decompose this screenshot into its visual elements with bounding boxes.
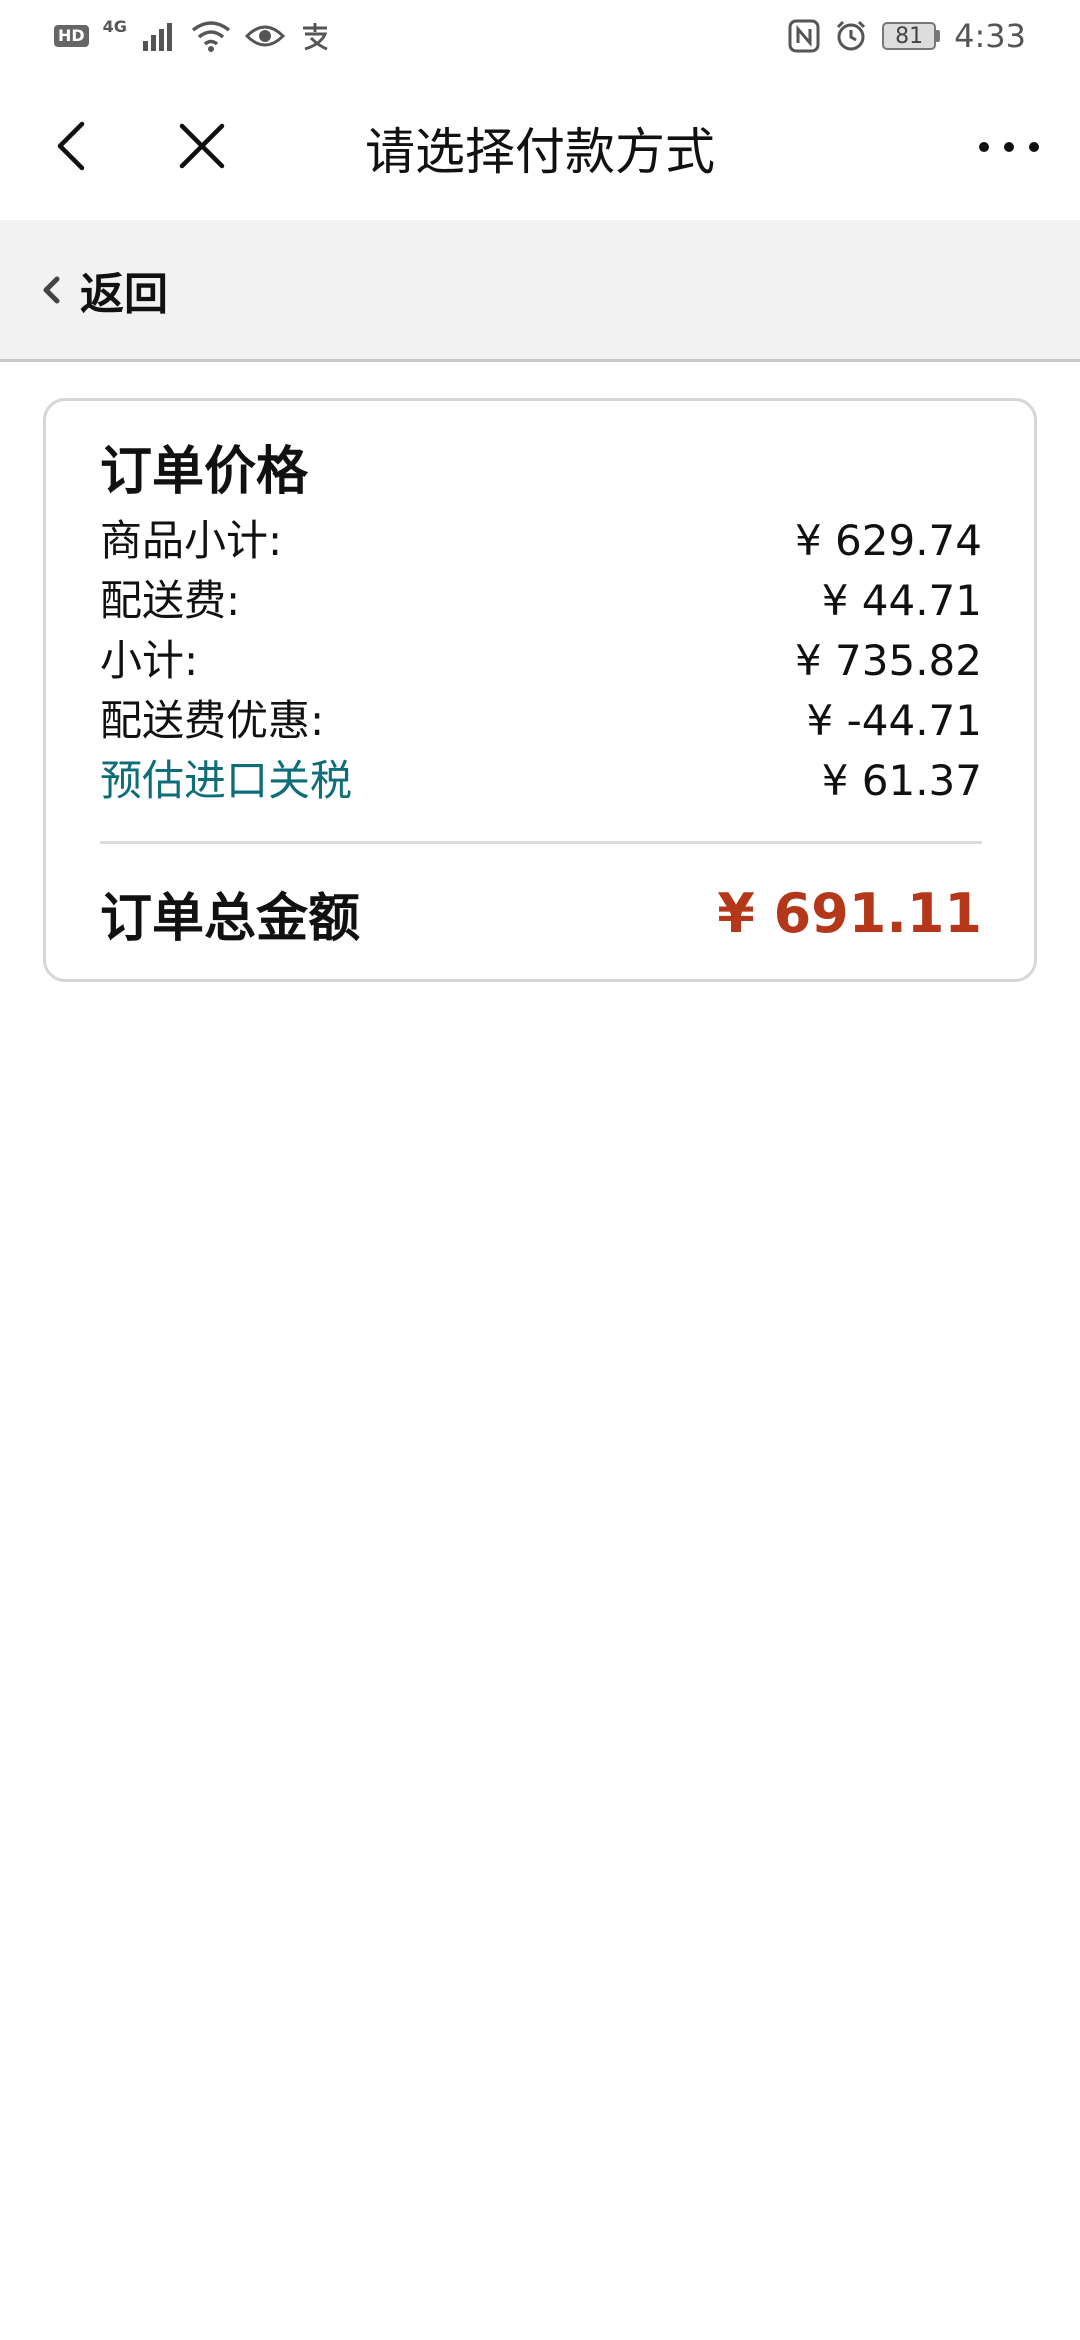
page-title: 请选择付款方式	[365, 123, 715, 181]
order-total-row: 订单总金额 ¥ 691.11	[100, 844, 982, 982]
order-total-label: 订单总金额	[100, 888, 361, 949]
network-type: 4G	[102, 16, 127, 36]
order-summary-card: 订单价格 商品小计: ¥ 629.74 配送费: ¥ 44.71 小计: ¥ 7…	[43, 398, 1037, 982]
chevron-left-small-icon	[43, 276, 60, 303]
hd-badge: HD	[54, 25, 89, 47]
row-value: ¥ -44.71	[806, 696, 982, 745]
row-value: ¥ 61.37	[821, 756, 982, 805]
price-row-subtotal-items: 商品小计: ¥ 629.74	[100, 511, 982, 571]
status-left: HD 4G	[54, 16, 331, 52]
status-bar: HD 4G 81 4:33	[0, 0, 1080, 72]
back-button[interactable]: 返回	[0, 220, 1080, 362]
back-label: 返回	[80, 268, 168, 320]
row-value: ¥ 735.82	[794, 636, 982, 685]
status-right: 81 4:33	[788, 17, 1026, 55]
battery-icon: 81	[882, 22, 941, 50]
alipay-icon	[302, 23, 328, 51]
row-label: 小计:	[100, 636, 199, 685]
row-label: 商品小计:	[100, 516, 283, 565]
row-value: ¥ 44.71	[821, 576, 982, 625]
battery-level: 81	[882, 22, 937, 50]
eye-icon	[244, 25, 285, 47]
signal-icon	[142, 23, 172, 51]
price-row-shipping: 配送费: ¥ 44.71	[100, 571, 982, 631]
alarm-icon	[837, 20, 866, 51]
price-row-subtotal: 小计: ¥ 735.82	[100, 631, 982, 691]
row-label: 配送费:	[100, 576, 241, 625]
nfc-icon	[788, 19, 820, 53]
app-header: 请选择付款方式	[0, 72, 1080, 220]
clock: 4:33	[954, 17, 1026, 55]
more-icon[interactable]	[974, 122, 1044, 172]
order-price-title: 订单价格	[100, 442, 309, 502]
row-value: ¥ 629.74	[794, 516, 982, 565]
price-row-import-duty: 预估进口关税 ¥ 61.37	[100, 751, 982, 811]
row-label: 配送费优惠:	[100, 696, 325, 745]
wifi-icon	[191, 21, 231, 52]
import-duty-link[interactable]: 预估进口关税	[100, 751, 352, 811]
price-row-shipping-discount: 配送费优惠: ¥ -44.71	[100, 691, 982, 751]
order-total-value: ¥ 691.11	[717, 881, 982, 945]
